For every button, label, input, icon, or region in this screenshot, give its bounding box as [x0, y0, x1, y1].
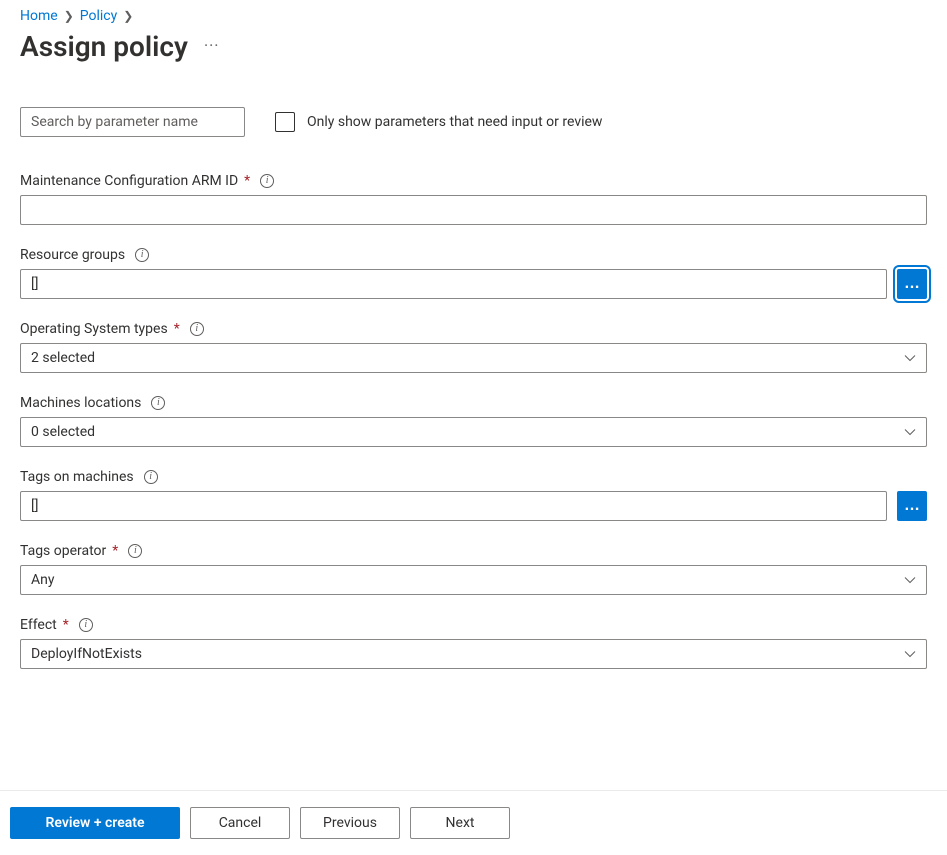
checkbox-label: Only show parameters that need input or …: [307, 114, 602, 130]
previous-button[interactable]: Previous: [300, 807, 400, 839]
breadcrumb: Home ❯ Policy ❯: [20, 0, 927, 24]
info-icon[interactable]: i: [79, 618, 93, 632]
required-icon: *: [244, 173, 250, 189]
os-types-select[interactable]: 2 selected: [20, 343, 927, 373]
breadcrumb-policy[interactable]: Policy: [80, 8, 118, 24]
os-types-label: Operating System types * i: [20, 321, 927, 337]
maintenance-label: Maintenance Configuration ARM ID * i: [20, 173, 927, 189]
breadcrumb-home[interactable]: Home: [20, 8, 58, 24]
footer-actions: Review + create Cancel Previous Next: [0, 790, 947, 855]
effect-label: Effect * i: [20, 617, 927, 633]
info-icon[interactable]: i: [144, 470, 158, 484]
checkbox-icon: [275, 112, 295, 132]
tags-operator-select[interactable]: Any: [20, 565, 927, 595]
tags-operator-label: Tags operator * i: [20, 543, 927, 559]
resource-groups-label: Resource groups i: [20, 247, 927, 263]
tags-input[interactable]: [20, 491, 887, 521]
locations-label: Machines locations i: [20, 395, 927, 411]
info-icon[interactable]: i: [260, 174, 274, 188]
effect-select[interactable]: DeployIfNotExists: [20, 639, 927, 669]
locations-select[interactable]: 0 selected: [20, 417, 927, 447]
chevron-down-icon: [904, 574, 916, 586]
info-icon[interactable]: i: [190, 322, 204, 336]
required-icon: *: [112, 543, 118, 559]
page-title: Assign policy: [20, 30, 188, 63]
resource-groups-browse-button[interactable]: …: [897, 269, 927, 299]
info-icon[interactable]: i: [151, 396, 165, 410]
chevron-right-icon: ❯: [64, 9, 74, 23]
next-button[interactable]: Next: [410, 807, 510, 839]
more-options-icon[interactable]: ···: [204, 38, 220, 56]
chevron-down-icon: [904, 426, 916, 438]
only-show-needs-input-checkbox[interactable]: Only show parameters that need input or …: [275, 112, 602, 132]
search-input[interactable]: [20, 107, 245, 137]
review-create-button[interactable]: Review + create: [10, 807, 180, 839]
chevron-right-icon: ❯: [123, 9, 133, 23]
tags-browse-button[interactable]: …: [897, 491, 927, 521]
chevron-down-icon: [904, 352, 916, 364]
resource-groups-input[interactable]: [20, 269, 887, 299]
info-icon[interactable]: i: [135, 248, 149, 262]
required-icon: *: [63, 617, 69, 633]
required-icon: *: [174, 321, 180, 337]
info-icon[interactable]: i: [128, 544, 142, 558]
cancel-button[interactable]: Cancel: [190, 807, 290, 839]
chevron-down-icon: [904, 648, 916, 660]
tags-label: Tags on machines i: [20, 469, 927, 485]
maintenance-input[interactable]: [20, 195, 927, 225]
